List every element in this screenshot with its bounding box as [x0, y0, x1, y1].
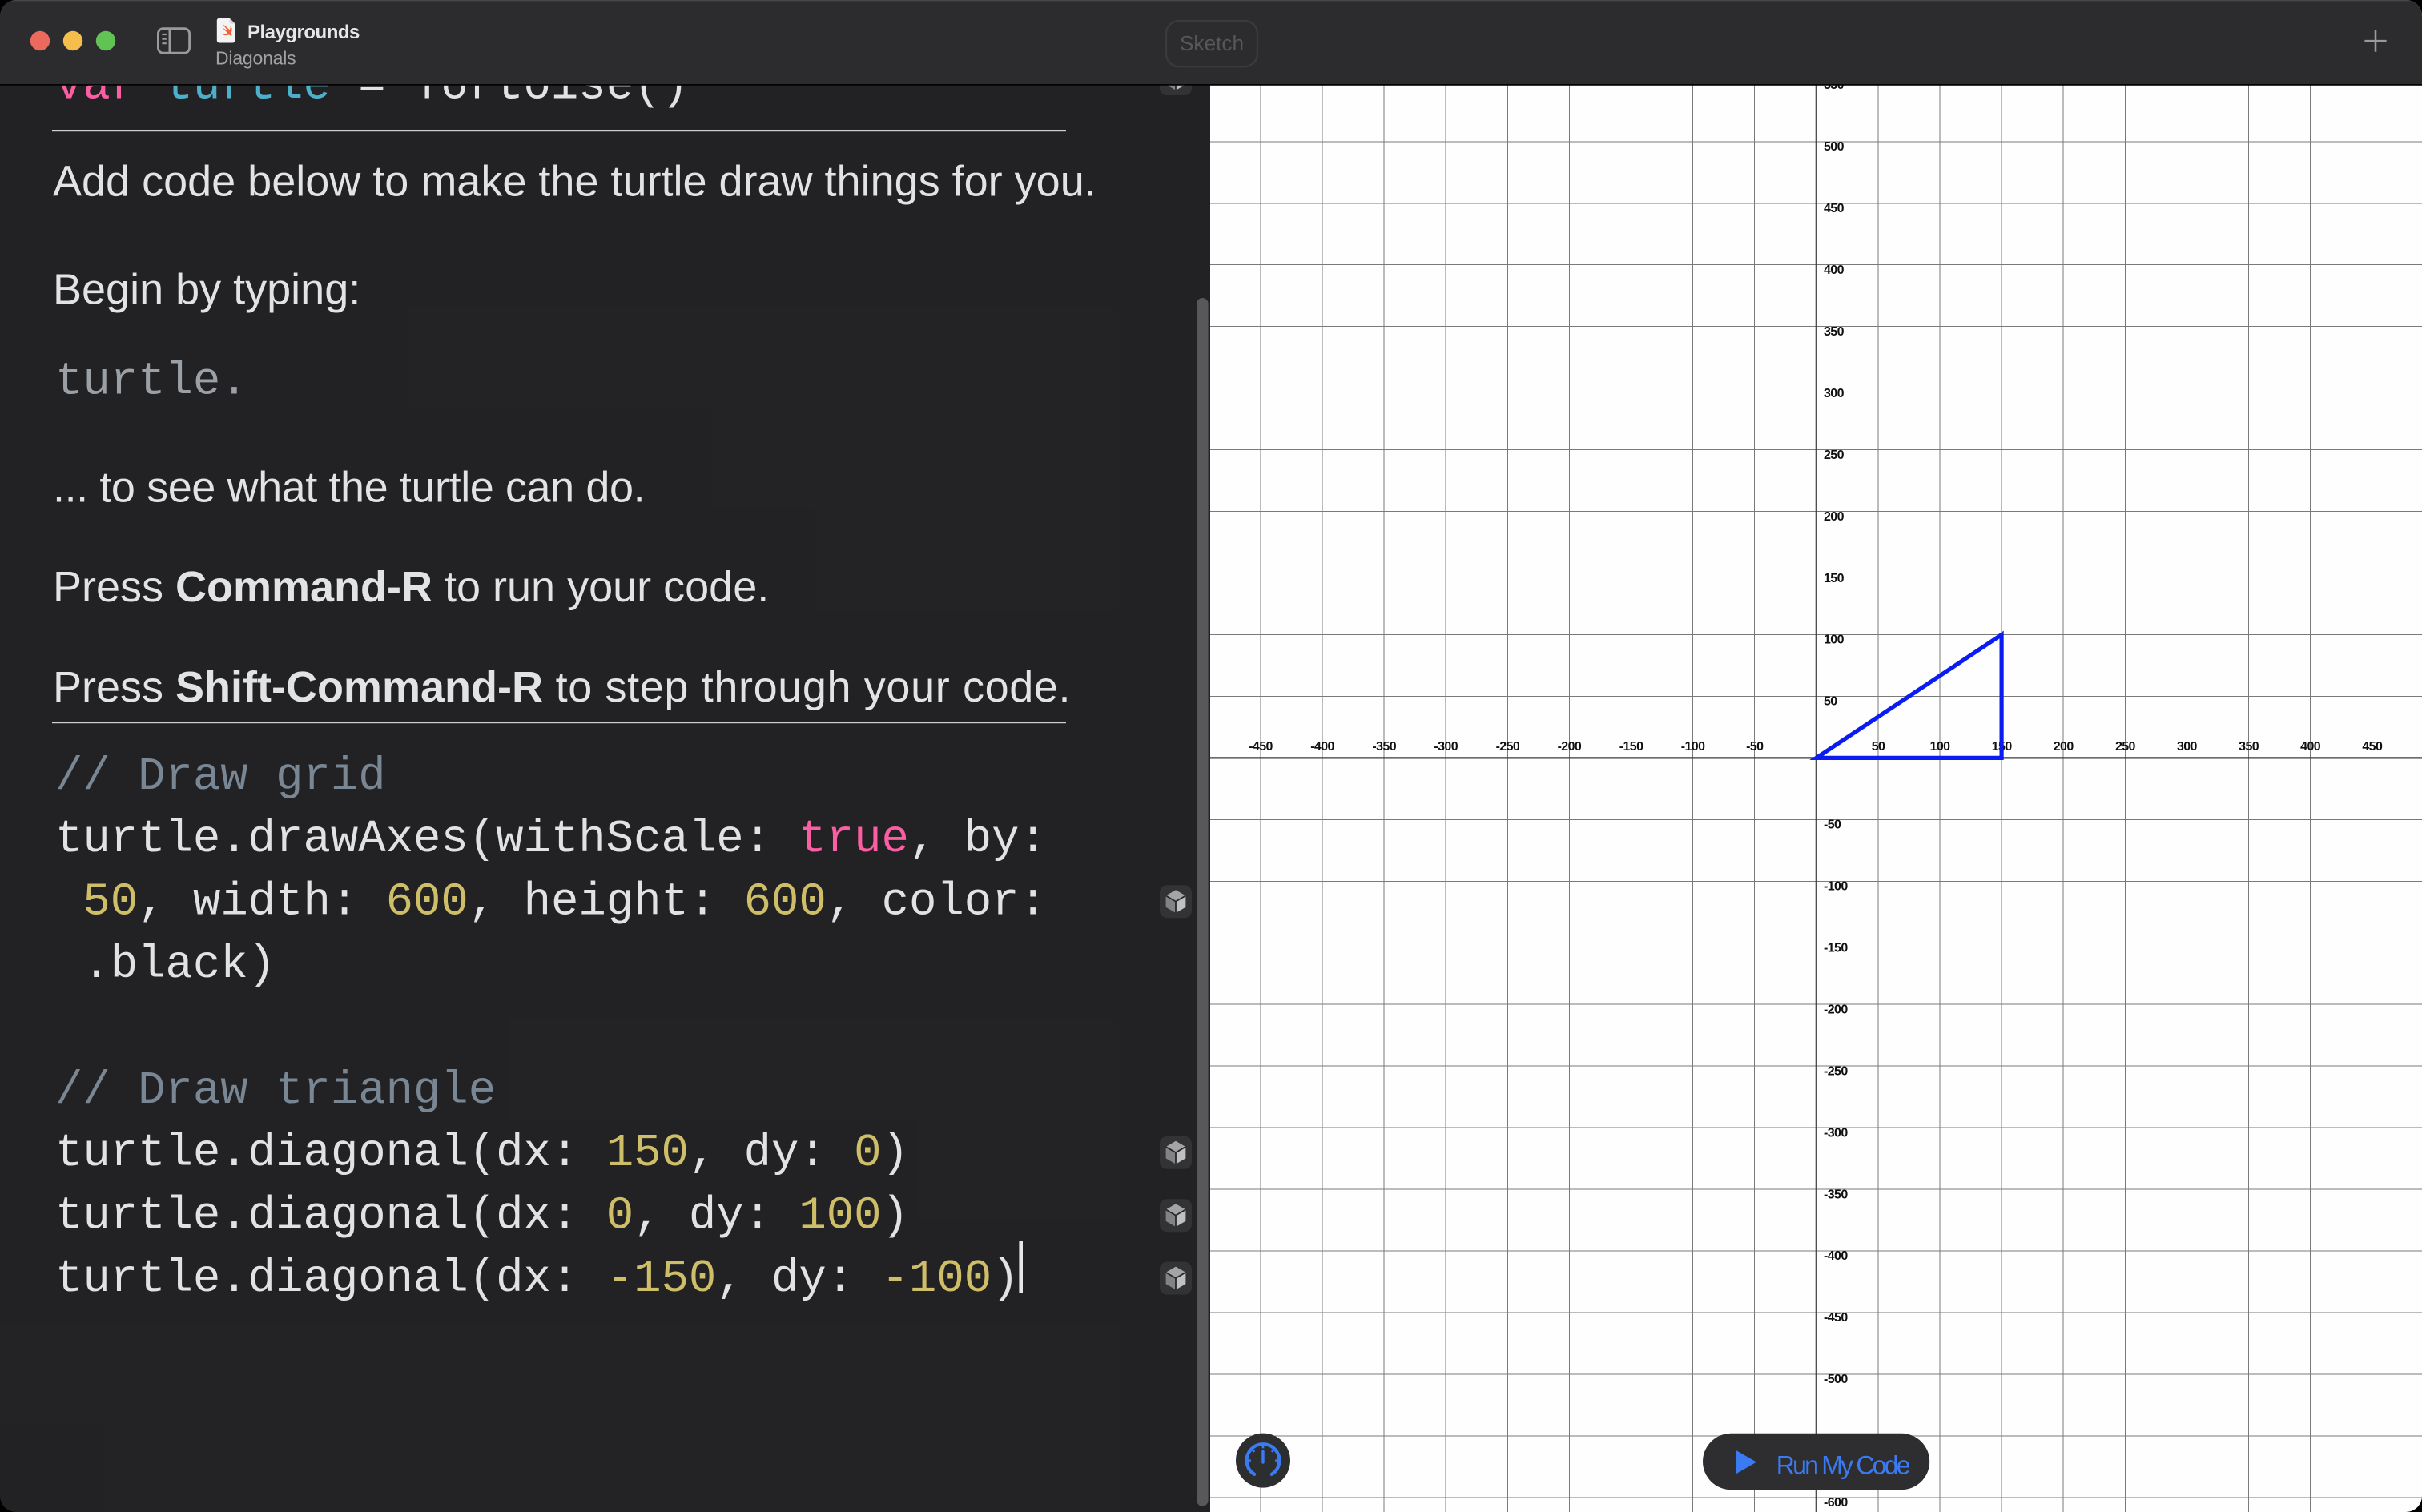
svg-text:300: 300	[1824, 387, 1845, 400]
svg-text:150: 150	[1824, 572, 1845, 585]
svg-text:250: 250	[2115, 740, 2136, 754]
svg-text:450: 450	[2362, 740, 2383, 754]
svg-text:350: 350	[2239, 740, 2259, 754]
svg-text:50, width: 600, height: 600, c: 50, width: 600, height: 600, color:	[55, 877, 1047, 929]
svg-text:-500: -500	[1824, 1373, 1848, 1386]
svg-text:// Draw triangle: // Draw triangle	[55, 1065, 496, 1117]
svg-text:-150: -150	[1824, 941, 1848, 955]
svg-text:-450: -450	[1249, 740, 1273, 754]
svg-text:-400: -400	[1310, 740, 1334, 754]
svg-text:400: 400	[1824, 263, 1845, 277]
svg-text:turtle.diagonal(dx: 150, dy: 0: turtle.diagonal(dx: 150, dy: 0)	[55, 1128, 909, 1180]
svg-text:turtle.: turtle.	[55, 356, 248, 408]
svg-text:350: 350	[1824, 325, 1845, 339]
svg-text:... to see what the turtle can: ... to see what the turtle can do.	[53, 464, 645, 512]
svg-text:-400: -400	[1824, 1249, 1848, 1263]
svg-text:Playgrounds: Playgrounds	[247, 22, 360, 43]
svg-text:turtle.drawAxes(withScale: tru: turtle.drawAxes(withScale: true, by:	[55, 814, 1047, 866]
svg-text:Add code below to make the tur: Add code below to make the turtle draw t…	[53, 158, 1096, 206]
svg-text:-250: -250	[1496, 740, 1520, 754]
svg-text:.black): .black)	[55, 939, 276, 991]
svg-text:-150: -150	[1619, 740, 1644, 754]
svg-text:// Draw grid: // Draw grid	[55, 751, 386, 803]
svg-text:200: 200	[1824, 510, 1845, 524]
svg-text:-100: -100	[1824, 880, 1848, 894]
svg-text:Diagonals: Diagonals	[215, 48, 296, 69]
svg-text:50: 50	[1824, 695, 1837, 709]
svg-text:100: 100	[1930, 740, 1951, 754]
svg-text:500: 500	[1824, 140, 1845, 154]
svg-text:Shift-Command-R: Shift-Command-R	[175, 663, 543, 711]
svg-text:-450: -450	[1824, 1311, 1848, 1325]
svg-text:450: 450	[1824, 202, 1845, 215]
svg-text:turtle.diagonal(dx: 0, dy: 100: turtle.diagonal(dx: 0, dy: 100)	[55, 1191, 909, 1243]
svg-text:turtle.diagonal(dx: -150, dy:: turtle.diagonal(dx: -150, dy: -100)	[55, 1253, 1019, 1305]
svg-text:-600: -600	[1824, 1496, 1848, 1510]
svg-text:-300: -300	[1434, 740, 1458, 754]
svg-text:Run My Code: Run My Code	[1776, 1451, 1910, 1480]
svg-text:Press: Press	[53, 663, 175, 711]
svg-text:Begin by typing:: Begin by typing:	[53, 266, 360, 314]
svg-text:300: 300	[2177, 740, 2198, 754]
svg-text:Press: Press	[53, 563, 175, 611]
svg-text:400: 400	[2300, 740, 2321, 754]
svg-text:to run your code.: to run your code.	[432, 563, 769, 611]
svg-text:Command-R: Command-R	[175, 563, 432, 611]
svg-text:Sketch: Sketch	[1180, 31, 1244, 55]
svg-text:-200: -200	[1558, 740, 1582, 754]
svg-text:-50: -50	[1824, 818, 1841, 832]
svg-text:100: 100	[1824, 633, 1845, 647]
svg-text:-350: -350	[1824, 1188, 1848, 1201]
svg-text:to step through your code.: to step through your code.	[543, 663, 1071, 711]
svg-text:-50: -50	[1746, 740, 1764, 754]
svg-text:-350: -350	[1372, 740, 1396, 754]
svg-text:250: 250	[1824, 448, 1845, 462]
svg-text:200: 200	[2054, 740, 2074, 754]
svg-text:-200: -200	[1824, 1003, 1848, 1016]
svg-text:-300: -300	[1824, 1126, 1848, 1140]
svg-text:50: 50	[1872, 740, 1885, 754]
svg-text:-100: -100	[1681, 740, 1705, 754]
svg-text:-250: -250	[1824, 1064, 1848, 1078]
